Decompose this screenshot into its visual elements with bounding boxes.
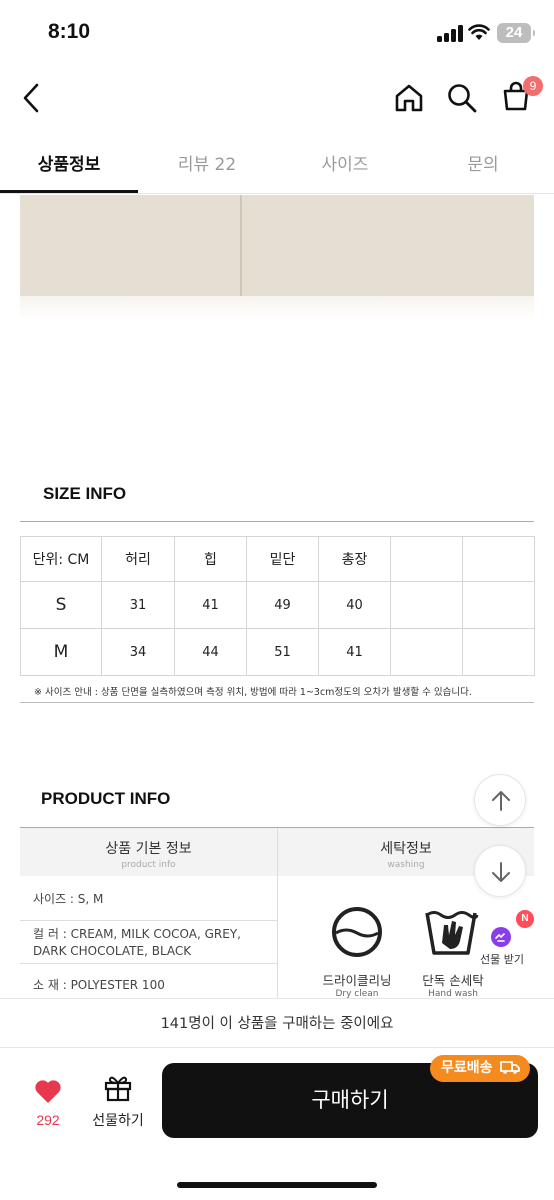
active-tab-indicator [0, 190, 138, 193]
table-row: S 31 41 49 40 [20, 581, 535, 629]
info-row-color: 컬 러 : CREAM, MILK COCOA, GREY, DARK CHOC… [20, 921, 277, 964]
hand-wash-icon [425, 911, 479, 955]
table-cell: 44 [174, 628, 247, 676]
basic-info-header: 상품 기본 정보 product info [20, 828, 277, 876]
gift-receive-icon [491, 927, 511, 947]
size-info-title: SIZE INFO [43, 484, 127, 503]
tab-bar: 상품정보 리뷰 22 사이즈 문의 [0, 138, 554, 194]
scroll-bottom-button[interactable] [474, 845, 526, 897]
gift-button[interactable]: 선물하기 [86, 1074, 150, 1130]
size-note: ※ 사이즈 안내 : 상품 단면을 실측하였으며 측정 위치, 방법에 따라 1… [34, 687, 472, 698]
scroll-top-button[interactable] [474, 774, 526, 826]
table-cell: 49 [246, 581, 319, 629]
wifi-icon [468, 24, 490, 40]
new-badge: N [516, 910, 534, 928]
hand-wash-label-ko: 단독 손세탁 [422, 973, 484, 988]
column-divider [277, 828, 278, 998]
dry-clean-label-ko: 드라이클리닝 [322, 973, 392, 988]
table-cell [462, 628, 535, 676]
heart-icon [35, 1080, 61, 1103]
photo-fade [20, 296, 534, 320]
unit-cell: 단위: CM [20, 536, 102, 582]
search-icon[interactable] [446, 82, 478, 114]
column-header: 총장 [318, 536, 391, 582]
table-cell: 41 [318, 628, 391, 676]
table-cell: 34 [101, 628, 175, 676]
column-header: 힙 [174, 536, 247, 582]
table-header-row: 단위: CM 허리 힙 밑단 총장 [20, 536, 535, 582]
info-row-material: 소 재 : POLYESTER 100 [33, 978, 165, 992]
tab-inquiry[interactable]: 문의 [414, 150, 552, 175]
tab-reviews[interactable]: 리뷰 22 [138, 150, 276, 175]
size-table: 단위: CM 허리 힙 밑단 총장 S 31 41 49 40 M 34 44 … [20, 536, 535, 676]
tab-product-info[interactable]: 상품정보 [0, 150, 138, 175]
product-photo [20, 195, 534, 296]
home-icon[interactable] [393, 82, 425, 114]
table-row: M 34 44 51 41 [20, 628, 535, 676]
size-label: S [20, 581, 102, 629]
receive-gift-label: 선물 받기 [480, 953, 524, 966]
free-shipping-label: 무료배송 [441, 1060, 493, 1076]
divider [20, 521, 534, 522]
table-cell [390, 581, 463, 629]
status-time: 8:10 [48, 20, 91, 43]
table-cell: 51 [246, 628, 319, 676]
column-header [462, 536, 535, 582]
column-header: 밑단 [246, 536, 319, 582]
top-nav: 9 [0, 66, 554, 132]
battery-icon: 24 [497, 23, 535, 43]
like-count: 292 [36, 1112, 60, 1128]
table-cell: 41 [174, 581, 247, 629]
divider [20, 702, 534, 703]
signal-icon [437, 25, 463, 42]
status-bar: 8:10 24 [0, 0, 554, 66]
arrow-up-icon [492, 791, 510, 811]
cart-count-badge: 9 [523, 76, 543, 96]
hand-wash-label: 단독 손세탁 Hand wash [408, 970, 498, 999]
gift-label: 선물하기 [92, 1113, 144, 1129]
like-button[interactable]: 292 [24, 1078, 72, 1128]
table-cell [390, 628, 463, 676]
arrow-down-icon [492, 862, 510, 882]
home-indicator [177, 1182, 377, 1188]
buyers-count-banner: 141명이 이 상품을 구매하는 중이에요 [0, 998, 554, 1048]
basic-info-header-en: product info [121, 860, 176, 870]
table-cell: 40 [318, 581, 391, 629]
free-shipping-badge: 무료배송 [430, 1055, 531, 1082]
gift-icon [104, 1076, 132, 1102]
product-info-title: PRODUCT INFO [41, 789, 171, 808]
size-label: M [20, 628, 102, 676]
dry-clean-label: 드라이클리닝 Dry clean [312, 970, 402, 999]
truck-icon [500, 1061, 521, 1074]
dry-clean-icon [332, 907, 382, 957]
column-header: 허리 [101, 536, 175, 582]
info-row-size: 사이즈 : S, M [20, 877, 277, 921]
tab-size[interactable]: 사이즈 [276, 150, 414, 175]
basic-info-header-label: 상품 기본 정보 [105, 841, 192, 857]
table-cell [462, 581, 535, 629]
back-icon[interactable] [20, 82, 44, 114]
table-cell: 31 [101, 581, 175, 629]
column-header [390, 536, 463, 582]
